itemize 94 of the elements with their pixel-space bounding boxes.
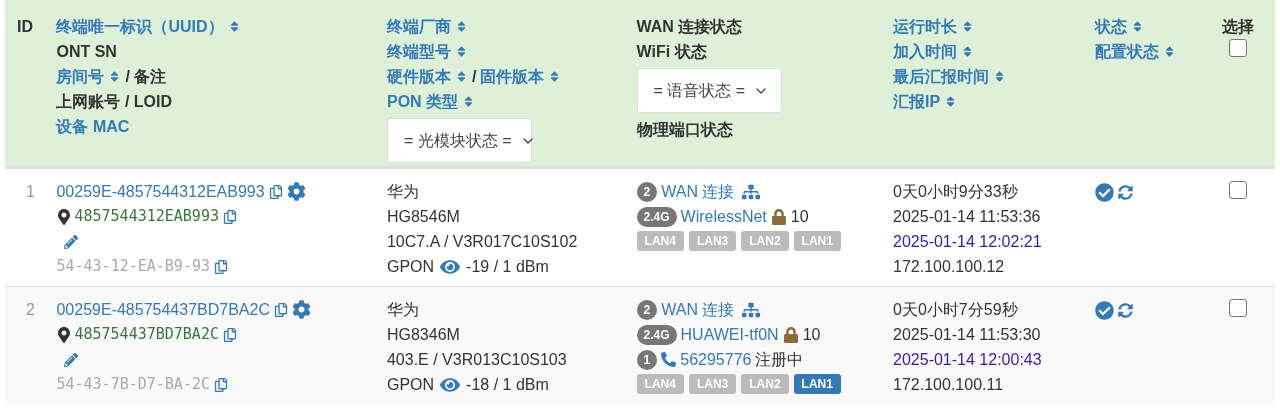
- count-badge: 2: [636, 181, 658, 202]
- lan-port-label: LAN1: [793, 374, 841, 394]
- status-filter-select[interactable]: = 语音状态 =: [636, 68, 782, 113]
- band-badge: 2.4G: [636, 206, 677, 227]
- network-icon: [742, 300, 761, 319]
- ssid-link[interactable]: HUAWEI-tf0N: [680, 322, 779, 347]
- sort-link[interactable]: 汇报IP: [893, 89, 958, 114]
- mac-address: 54-43-12-EA-B9-93: [56, 256, 210, 277]
- lan-port-label: LAN2: [741, 231, 789, 251]
- copy-icon[interactable]: [214, 259, 228, 274]
- versions: 403.E / V3R013C10S103: [386, 351, 567, 368]
- sort-link[interactable]: 房间号: [56, 64, 122, 89]
- report-ip: 172.100.100.11: [893, 376, 1004, 393]
- network-icon: [742, 182, 761, 201]
- report-ip: 172.100.100.12: [893, 258, 1005, 275]
- sort-link[interactable]: 硬件版本: [386, 64, 468, 89]
- client-count: 10: [802, 325, 821, 345]
- ssid-link[interactable]: WirelessNet: [680, 204, 767, 229]
- sort-link[interactable]: PON 类型: [386, 89, 476, 114]
- last-report-time: 2025-01-14 12:00:43: [893, 351, 1042, 368]
- lan-port-label: LAN1: [793, 231, 841, 251]
- sort-link[interactable]: 加入时间: [893, 39, 975, 64]
- row-id: 2: [26, 301, 35, 318]
- pon-type: GPON: [386, 375, 435, 395]
- sync-icon: [1118, 303, 1134, 318]
- wan-link[interactable]: WAN 连接: [661, 297, 735, 322]
- gear-icon[interactable]: [291, 300, 311, 319]
- copy-icon[interactable]: [222, 327, 237, 342]
- pencil-icon[interactable]: [64, 234, 79, 249]
- lock-icon: [782, 326, 799, 343]
- client-count: 10: [790, 207, 809, 227]
- count-badge: 1: [636, 349, 658, 370]
- uptime: 0天0小时7分59秒: [893, 301, 1018, 318]
- checkbox[interactable]: [1229, 299, 1248, 317]
- sort-link[interactable]: 终端厂商: [386, 14, 468, 39]
- sort-link[interactable]: 配置状态: [1095, 39, 1177, 64]
- column-label: /: [471, 67, 477, 87]
- sort-link[interactable]: 固件版本: [480, 64, 562, 89]
- ont-sn: 4857544312EAB993: [74, 206, 219, 227]
- column-label: 物理端口状态: [636, 120, 733, 140]
- device-id-value[interactable]: 00259E-4857544312EAB993: [56, 179, 265, 204]
- map-pin-icon: [56, 326, 73, 343]
- optical-power: -18 / 1 dBm: [466, 375, 549, 395]
- wan-link[interactable]: WAN 连接: [661, 179, 735, 204]
- ont-sn: 485754437BD7BA2C: [74, 324, 219, 345]
- voice-status: 注册中: [755, 350, 804, 370]
- pon-type: GPON: [386, 257, 435, 277]
- copy-icon[interactable]: [268, 184, 283, 199]
- row-id: 1: [26, 183, 35, 200]
- sort-link[interactable]: 终端型号: [386, 39, 468, 64]
- band-badge: 2.4G: [636, 324, 677, 345]
- optical-power: -19 / 1 dBm: [466, 257, 549, 277]
- lan-port-label: LAN3: [688, 231, 737, 251]
- column-label: / 备注: [125, 67, 167, 87]
- device-id-value[interactable]: 00259E-485754437BD7BA2C: [56, 297, 270, 322]
- column-label: ID: [17, 18, 33, 35]
- sort-link[interactable]: 终端唯一标识（UUID）: [56, 14, 241, 39]
- sort-link[interactable]: 设备 MAC: [56, 114, 130, 139]
- join-time: 2025-01-14 11:53:36: [893, 208, 1041, 225]
- versions: 10C7.A / V3R017C10S102: [386, 233, 578, 250]
- sync-icon: [1118, 185, 1134, 200]
- model: HG8546M: [386, 208, 460, 225]
- gear-icon[interactable]: [286, 182, 306, 201]
- vendor: 华为: [386, 301, 419, 318]
- sort-link[interactable]: 运行时长: [893, 14, 975, 39]
- checkbox[interactable]: [1229, 181, 1248, 199]
- last-report-time: 2025-01-14 12:02:21: [893, 233, 1042, 250]
- vendor: 华为: [386, 183, 419, 200]
- join-time: 2025-01-14 11:53:30: [893, 326, 1041, 343]
- copy-icon[interactable]: [222, 209, 237, 224]
- lan-port-label: LAN4: [636, 231, 684, 251]
- column-label: 选择: [1222, 17, 1255, 37]
- model: HG8346M: [386, 326, 460, 343]
- pencil-icon[interactable]: [64, 352, 79, 367]
- column-label: WiFi 状态: [636, 42, 707, 62]
- copy-icon[interactable]: [273, 302, 288, 317]
- checkbox[interactable]: [1229, 39, 1248, 57]
- phone-number-link[interactable]: 56295776: [680, 347, 752, 372]
- lock-icon: [770, 208, 787, 225]
- copy-icon[interactable]: [214, 377, 228, 392]
- map-pin-icon: [56, 208, 73, 225]
- column-label: 上网账号 / LOID: [56, 92, 173, 112]
- status-filter-select[interactable]: = 光模块状态 =: [386, 118, 532, 163]
- column-label: WAN 连接状态: [636, 17, 743, 37]
- column-label: ONT SN: [56, 42, 117, 62]
- sort-link[interactable]: 状态: [1095, 14, 1145, 39]
- mac-address: 54-43-7B-D7-BA-2C: [56, 374, 210, 395]
- count-badge: 2: [636, 299, 658, 320]
- lan-port-label: LAN2: [741, 374, 789, 394]
- phone-icon: [661, 352, 677, 367]
- uptime: 0天0小时9分33秒: [893, 183, 1018, 200]
- lan-port-label: LAN4: [636, 374, 684, 394]
- sort-link[interactable]: 最后汇报时间: [893, 64, 1007, 89]
- lan-port-label: LAN3: [688, 374, 737, 394]
